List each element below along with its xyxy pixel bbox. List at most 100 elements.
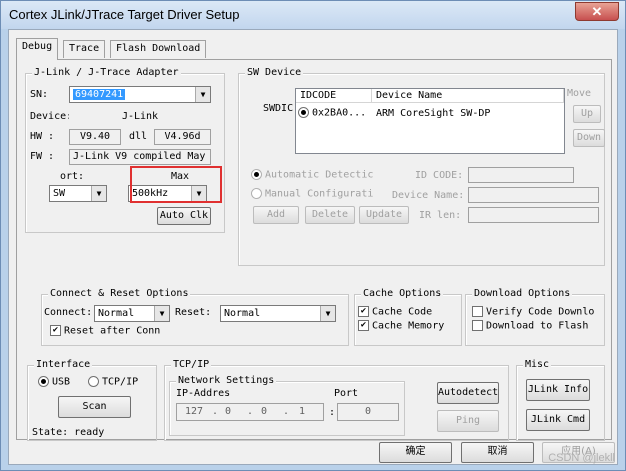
sn-combo[interactable]: 69407241 ▼: [69, 86, 211, 103]
connect-value: Normal: [98, 308, 135, 319]
usb-label: USB: [52, 376, 71, 388]
cache-code-option[interactable]: ✔ Cache Code: [358, 306, 432, 318]
move-up-button[interactable]: Up: [573, 105, 601, 123]
ip-octet-3: 0: [261, 406, 268, 417]
manual-config-option[interactable]: Manual Configurati: [251, 188, 373, 200]
add-button[interactable]: Add: [253, 206, 299, 224]
close-button[interactable]: ✕: [575, 2, 619, 21]
ir-len-label: IR len:: [419, 210, 462, 221]
chevron-down-icon[interactable]: ▼: [320, 306, 335, 321]
device-value: J-Link: [69, 109, 211, 125]
autodetect-button[interactable]: Autodetect: [437, 382, 499, 404]
window-title: Cortex JLink/JTrace Target Driver Setup: [9, 7, 240, 22]
sn-value: 69407241: [73, 89, 126, 100]
download-flash-option[interactable]: Download to Flash: [472, 320, 588, 332]
move-down-button[interactable]: Down: [573, 129, 605, 147]
manual-config-label: Manual Configurati: [265, 188, 374, 200]
connect-reset-label: Connect & Reset Options: [48, 288, 191, 299]
cache-memory-option[interactable]: ✔ Cache Memory: [358, 320, 444, 332]
tcpip-group-label: TCP/IP: [171, 359, 212, 370]
list-item-device-name: ARM CoreSight SW-DP: [376, 108, 491, 119]
ip-address-field[interactable]: 127 . 0 . 0 . 1: [176, 403, 324, 421]
cache-code-label: Cache Code: [372, 306, 433, 318]
checkbox-checked-icon: ✔: [358, 320, 369, 331]
auto-detect-option[interactable]: Automatic Detectic: [251, 169, 373, 181]
chevron-down-icon[interactable]: ▼: [195, 87, 210, 102]
dll-value: V4.96d: [154, 129, 211, 145]
usb-option[interactable]: USB: [38, 376, 70, 388]
list-item[interactable]: 0x2BA0...: [298, 107, 366, 119]
title-bar[interactable]: Cortex JLink/JTrace Target Driver Setup …: [1, 1, 625, 29]
column-idcode[interactable]: IDCODE: [296, 89, 372, 103]
chevron-down-icon[interactable]: ▼: [154, 306, 169, 321]
cancel-button[interactable]: 取消: [461, 442, 534, 463]
dll-label: dll: [129, 131, 148, 142]
ping-button[interactable]: Ping: [437, 410, 499, 432]
checkbox-checked-icon: ✔: [358, 306, 369, 317]
misc-group: Misc JLink Info JLink Cmd: [516, 359, 605, 441]
radio-unselected-icon: [251, 188, 262, 199]
ir-len-field[interactable]: [468, 207, 599, 223]
radio-selected-icon: [251, 169, 262, 180]
watermark: CSDN @jlekll: [548, 452, 615, 464]
checkbox-checked-icon: ✔: [50, 325, 61, 336]
move-label: Move: [567, 88, 592, 99]
interface-label: Interface: [34, 359, 93, 370]
jlink-cmd-button[interactable]: JLink Cmd: [526, 409, 590, 431]
reset-combo[interactable]: Normal ▼: [220, 305, 336, 322]
port-field[interactable]: 0: [337, 403, 399, 421]
chevron-down-icon[interactable]: ▼: [91, 186, 106, 201]
swdi-label: SWDIC: [263, 103, 294, 114]
tab-trace[interactable]: Trace: [63, 40, 106, 58]
state-text: State: ready: [32, 427, 105, 438]
sw-device-group-label: SW Device: [245, 67, 304, 78]
sw-device-list[interactable]: IDCODE Device Name 0x2BA0... ARM CoreSig…: [295, 88, 565, 154]
device-label: Device:: [30, 111, 73, 122]
dialog-client: Debug Trace Flash Download J-Link / J-Tr…: [8, 29, 618, 465]
adapter-group: J-Link / J-Trace Adapter SN: 69407241 ▼ …: [25, 67, 225, 233]
download-flash-label: Download to Flash: [486, 320, 589, 332]
cache-options-group: Cache Options ✔ Cache Code ✔ Cache Memory: [354, 288, 462, 346]
fw-value: J-Link V9 compiled May: [69, 149, 211, 165]
misc-label: Misc: [523, 359, 552, 370]
tcpip-option[interactable]: TCP/IP: [88, 376, 138, 388]
auto-detect-label: Automatic Detectic: [265, 169, 374, 181]
auto-clk-button[interactable]: Auto Clk: [157, 207, 211, 225]
jlink-info-button[interactable]: JLink Info: [526, 379, 590, 401]
checkbox-unchecked-icon: [472, 320, 483, 331]
id-code-field[interactable]: [468, 167, 574, 183]
verify-code-option[interactable]: Verify Code Downlo: [472, 306, 594, 318]
column-device-name[interactable]: Device Name: [372, 89, 564, 103]
dialog-window: Cortex JLink/JTrace Target Driver Setup …: [0, 0, 626, 471]
connect-reset-group: Connect & Reset Options Connect: Normal …: [41, 288, 349, 346]
ip-octet-1: 127: [185, 406, 204, 417]
interface-group: Interface USB TCP/IP Scan State: ready: [27, 359, 157, 441]
port-combo[interactable]: SW ▼: [49, 185, 107, 202]
adapter-group-label: J-Link / J-Trace Adapter: [32, 67, 181, 78]
radio-selected-icon: [38, 376, 49, 387]
ok-button[interactable]: 确定: [379, 442, 452, 463]
ip-address-label: IP-Addres: [176, 388, 231, 399]
ip-octet-4: 1: [299, 406, 306, 417]
reset-label: Reset:: [175, 307, 212, 318]
radio-unselected-icon: [88, 376, 99, 387]
tcpip-group: TCP/IP Network Settings IP-Addres Port 1…: [164, 359, 509, 441]
network-settings-label: Network Settings: [176, 375, 277, 386]
connect-combo[interactable]: Normal ▼: [94, 305, 170, 322]
cache-memory-label: Cache Memory: [372, 320, 445, 332]
tcpip-option-label: TCP/IP: [102, 376, 139, 388]
connect-label: Connect:: [44, 307, 93, 318]
update-button[interactable]: Update: [359, 206, 409, 224]
hw-value: V9.40: [69, 129, 121, 145]
port-value: SW: [53, 188, 66, 199]
ip-octet-2: 0: [225, 406, 232, 417]
reset-after-conn-option[interactable]: ✔ Reset after Conn: [50, 325, 160, 337]
download-options-label: Download Options: [472, 288, 573, 299]
scan-button[interactable]: Scan: [58, 396, 131, 418]
fw-label: FW :: [30, 151, 55, 162]
delete-button[interactable]: Delete: [305, 206, 355, 224]
tab-debug[interactable]: Debug: [16, 38, 59, 60]
tab-flash-download[interactable]: Flash Download: [110, 40, 207, 58]
port-label: ort:: [60, 171, 85, 182]
device-name-field[interactable]: [468, 187, 599, 203]
